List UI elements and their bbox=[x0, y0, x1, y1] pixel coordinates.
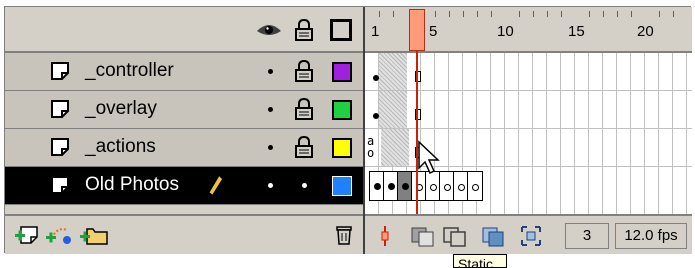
ruler-label: 15 bbox=[568, 23, 585, 40]
layer-name: _controller bbox=[85, 60, 174, 81]
timeline-footer: 3 12.0 fps Static bbox=[365, 214, 692, 268]
frame-row-overlay[interactable] bbox=[365, 91, 692, 129]
timeline-panel: _controller _overlay _actions Old Photos… bbox=[4, 6, 692, 268]
keyframe[interactable] bbox=[373, 75, 379, 81]
trash-icon[interactable] bbox=[335, 224, 353, 246]
empty-keyframe bbox=[472, 184, 479, 191]
ruler-tick bbox=[519, 11, 520, 17]
lock-icon[interactable] bbox=[294, 19, 314, 41]
current-frame-field: 3 bbox=[565, 223, 609, 249]
ruler-tick bbox=[547, 11, 548, 17]
frame-span bbox=[379, 91, 407, 128]
layer-icon bbox=[51, 62, 69, 80]
lock-dot[interactable] bbox=[302, 183, 307, 188]
layer-header bbox=[5, 7, 363, 53]
ruler-tick bbox=[631, 11, 632, 17]
layer-color-swatch[interactable] bbox=[332, 176, 352, 196]
ruler-tick bbox=[659, 11, 660, 17]
ruler-label: 20 bbox=[637, 23, 654, 40]
frame-span bbox=[379, 53, 407, 90]
frame-row-old-photos[interactable] bbox=[365, 167, 692, 205]
ruler-tick bbox=[561, 11, 562, 17]
center-frame-icon[interactable] bbox=[371, 222, 399, 250]
ruler-tick bbox=[603, 11, 604, 17]
ruler-tick bbox=[491, 11, 492, 17]
keyframe bbox=[388, 183, 395, 190]
visibility-dot[interactable] bbox=[268, 107, 273, 112]
frame-span bbox=[381, 129, 409, 166]
onion-skin-icon[interactable] bbox=[409, 222, 437, 250]
layer-row-controller[interactable]: _controller bbox=[5, 53, 363, 91]
ruler-label: 10 bbox=[497, 23, 514, 40]
ruler-label: 1 bbox=[371, 23, 380, 40]
layer-icon bbox=[51, 176, 69, 194]
frame-grid[interactable]: a o bbox=[365, 53, 692, 214]
eye-icon[interactable] bbox=[256, 21, 282, 39]
ruler-tick bbox=[589, 11, 590, 17]
layer-icon bbox=[51, 138, 69, 156]
visibility-dot[interactable] bbox=[268, 183, 273, 188]
layer-name: _overlay bbox=[85, 98, 157, 119]
ruler-tick bbox=[533, 11, 534, 17]
empty-keyframe bbox=[458, 184, 465, 191]
frame-rate-field[interactable]: 12.0 fps bbox=[615, 223, 687, 249]
mouse-cursor-icon bbox=[418, 140, 440, 175]
ruler-label: 5 bbox=[429, 23, 438, 40]
visibility-dot[interactable] bbox=[268, 145, 273, 150]
ruler-tick bbox=[617, 11, 618, 17]
lock-icon[interactable] bbox=[294, 136, 314, 158]
ruler-tick bbox=[379, 11, 380, 17]
keyframe bbox=[374, 183, 381, 190]
onion-skin-outlines-icon[interactable] bbox=[441, 222, 469, 250]
layer-row-overlay[interactable]: _overlay bbox=[5, 91, 363, 129]
layer-color-swatch[interactable] bbox=[332, 100, 352, 120]
ruler-tick bbox=[435, 11, 436, 17]
layer-color-swatch[interactable] bbox=[332, 62, 352, 82]
keyframe[interactable] bbox=[373, 113, 379, 119]
frame-row-actions[interactable]: a o bbox=[365, 129, 692, 167]
layer-list: _controller _overlay _actions Old Photos bbox=[5, 7, 363, 254]
playhead-line bbox=[416, 51, 418, 214]
lock-icon[interactable] bbox=[294, 60, 314, 82]
insert-layer-folder-icon[interactable] bbox=[79, 224, 109, 246]
action-frame-label: a o bbox=[367, 134, 375, 160]
add-motion-guide-icon[interactable] bbox=[45, 224, 75, 246]
outline-icon[interactable] bbox=[330, 19, 352, 41]
edit-multiple-frames-icon[interactable] bbox=[479, 222, 507, 250]
ruler-tick bbox=[393, 11, 394, 17]
empty-keyframe bbox=[430, 184, 437, 191]
playhead[interactable] bbox=[409, 9, 425, 51]
pencil-icon bbox=[206, 173, 224, 199]
keyframe bbox=[402, 183, 409, 190]
layer-icon bbox=[51, 100, 69, 118]
frame-ruler[interactable]: 1 5 10 15 20 bbox=[365, 7, 692, 53]
frame-cell[interactable] bbox=[467, 171, 483, 201]
layer-footer bbox=[5, 214, 363, 254]
empty-keyframe bbox=[444, 184, 451, 191]
layer-name: _actions bbox=[85, 136, 156, 157]
ruler-tick bbox=[449, 11, 450, 17]
frame-row-controller[interactable] bbox=[365, 53, 692, 91]
ruler-tick bbox=[463, 11, 464, 17]
frame-timeline: 1 5 10 15 20 a o 3 12.0 fps Static bbox=[363, 7, 692, 268]
visibility-dot[interactable] bbox=[268, 69, 273, 74]
ruler-tick bbox=[673, 11, 674, 17]
tooltip: Static bbox=[453, 254, 507, 268]
layer-row-actions[interactable]: _actions bbox=[5, 129, 363, 167]
insert-layer-icon[interactable] bbox=[13, 224, 41, 246]
lock-icon[interactable] bbox=[294, 98, 314, 120]
layer-row-old-photos[interactable]: Old Photos bbox=[5, 167, 363, 205]
layer-color-swatch[interactable] bbox=[332, 138, 352, 158]
modify-onion-markers-icon[interactable] bbox=[517, 222, 545, 250]
layer-name: Old Photos bbox=[85, 174, 179, 195]
ruler-tick bbox=[477, 11, 478, 17]
